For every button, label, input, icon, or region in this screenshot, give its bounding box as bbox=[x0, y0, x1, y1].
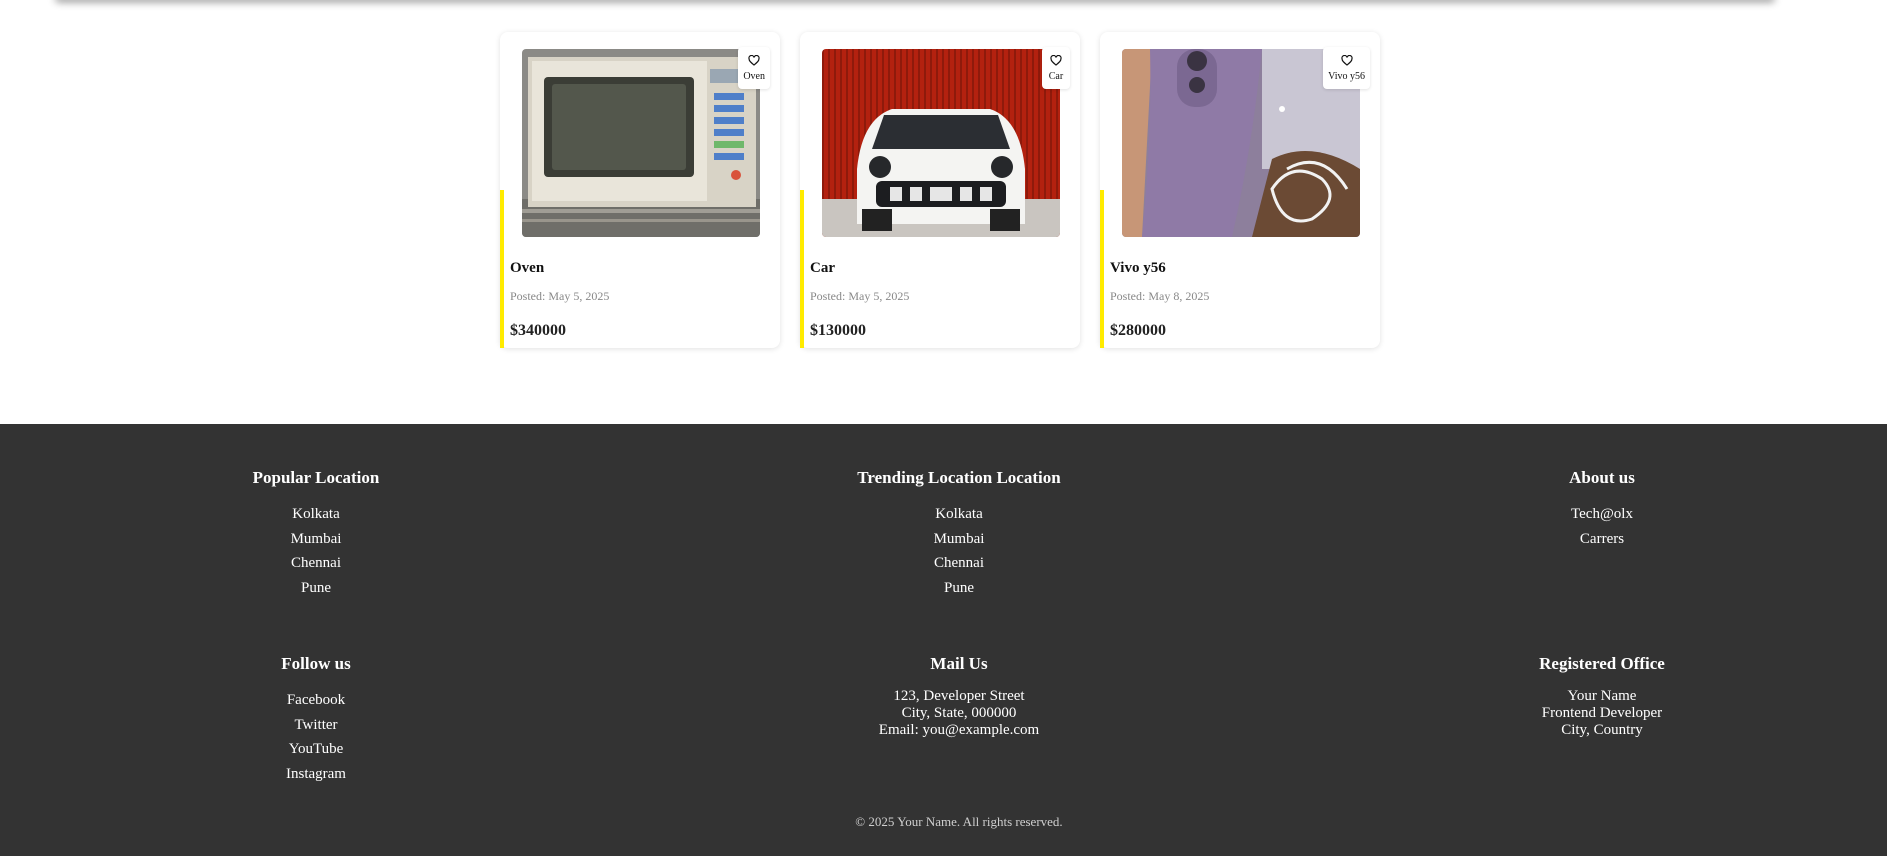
product-price: $280000 bbox=[1110, 322, 1166, 339]
footer-link[interactable]: Chennai bbox=[156, 551, 476, 576]
heart-icon bbox=[1050, 54, 1062, 66]
footer-heading: Registered Office bbox=[1539, 654, 1665, 673]
footer-link-youtube[interactable]: YouTube bbox=[156, 737, 476, 762]
card-tag: Car bbox=[1048, 70, 1064, 82]
footer-heading: Trending Location Location bbox=[857, 468, 1061, 487]
heart-icon bbox=[748, 54, 760, 66]
footer-link[interactable]: Chennai bbox=[799, 551, 1119, 576]
footer-link[interactable]: Mumbai bbox=[799, 527, 1119, 552]
footer-heading: Popular Location bbox=[252, 468, 380, 487]
product-image-car[interactable] bbox=[822, 49, 1060, 237]
product-price: $130000 bbox=[810, 322, 866, 339]
address-line: City, Country bbox=[1561, 722, 1643, 738]
product-title[interactable]: Car bbox=[810, 260, 835, 277]
product-card-vivo-y56[interactable]: Vivo y56 Vivo y56 Posted: May 8, 2025 $2… bbox=[1100, 32, 1380, 348]
footer-link[interactable]: Kolkata bbox=[799, 502, 1119, 527]
footer-heading: Follow us bbox=[281, 654, 351, 673]
footer-registered-office: Registered Office Your Name Frontend Dev… bbox=[1442, 654, 1762, 739]
footer-link[interactable]: Carrers bbox=[1442, 527, 1762, 552]
product-title[interactable]: Vivo y56 bbox=[1110, 260, 1166, 277]
product-card-oven[interactable]: Oven Oven Posted: May 5, 2025 $340000 bbox=[500, 32, 780, 348]
mail-address: 123, Developer Street City, State, 00000… bbox=[799, 688, 1119, 739]
footer-link[interactable]: Kolkata bbox=[156, 502, 476, 527]
posted-date: Posted: May 5, 2025 bbox=[810, 289, 910, 303]
product-title[interactable]: Oven bbox=[510, 260, 544, 277]
card-tag: Oven bbox=[743, 70, 765, 82]
footer-mail-us: Mail Us 123, Developer Street City, Stat… bbox=[799, 654, 1119, 739]
footer-link[interactable]: Tech@olx bbox=[1442, 502, 1762, 527]
posted-date: Posted: May 8, 2025 bbox=[1110, 289, 1210, 303]
card-accent-bar bbox=[1100, 190, 1104, 348]
favorite-button[interactable]: Vivo y56 bbox=[1323, 47, 1370, 89]
footer-link[interactable]: Pune bbox=[156, 576, 476, 601]
microwave-oven-photo bbox=[522, 49, 760, 237]
product-price: $340000 bbox=[510, 322, 566, 339]
card-accent-bar bbox=[500, 190, 504, 348]
footer-link-facebook[interactable]: Facebook bbox=[156, 688, 476, 713]
office-address: Your Name Frontend Developer City, Count… bbox=[1442, 688, 1762, 739]
footer-link-instagram[interactable]: Instagram bbox=[156, 762, 476, 787]
product-card-car[interactable]: Car Car Posted: May 5, 2025 $130000 bbox=[800, 32, 1080, 348]
footer-follow-us: Follow us Facebook Twitter YouTube Insta… bbox=[156, 654, 476, 786]
footer-popular-location: Popular Location Kolkata Mumbai Chennai … bbox=[156, 468, 476, 600]
footer-link[interactable]: Mumbai bbox=[156, 527, 476, 552]
footer-trending-location: Trending Location Location Kolkata Mumba… bbox=[799, 468, 1119, 600]
posted-date: Posted: May 5, 2025 bbox=[510, 289, 610, 303]
copyright-text: © 2025 Your Name. All rights reserved. bbox=[855, 814, 1063, 829]
footer-about-us: About us Tech@olx Carrers bbox=[1442, 468, 1762, 551]
favorite-button[interactable]: Oven bbox=[738, 47, 770, 89]
white-car-photo bbox=[822, 49, 1060, 237]
address-line: 123, Developer Street bbox=[893, 688, 1025, 704]
card-tag: Vivo y56 bbox=[1328, 70, 1365, 82]
address-line: Your Name bbox=[1567, 688, 1637, 704]
site-footer: Popular Location Kolkata Mumbai Chennai … bbox=[0, 424, 1887, 856]
product-image-oven[interactable] bbox=[522, 49, 760, 237]
footer-heading: Mail Us bbox=[930, 654, 988, 673]
footer-link-twitter[interactable]: Twitter bbox=[156, 713, 476, 738]
address-line: Frontend Developer bbox=[1541, 705, 1663, 721]
footer-heading: About us bbox=[1569, 468, 1635, 487]
footer-link[interactable]: Pune bbox=[799, 576, 1119, 601]
address-line: City, State, 000000 bbox=[901, 705, 1017, 721]
email-line[interactable]: Email: you@example.com bbox=[799, 722, 1119, 739]
heart-icon bbox=[1340, 54, 1353, 66]
favorite-button[interactable]: Car bbox=[1042, 47, 1070, 89]
card-accent-bar bbox=[800, 190, 804, 348]
